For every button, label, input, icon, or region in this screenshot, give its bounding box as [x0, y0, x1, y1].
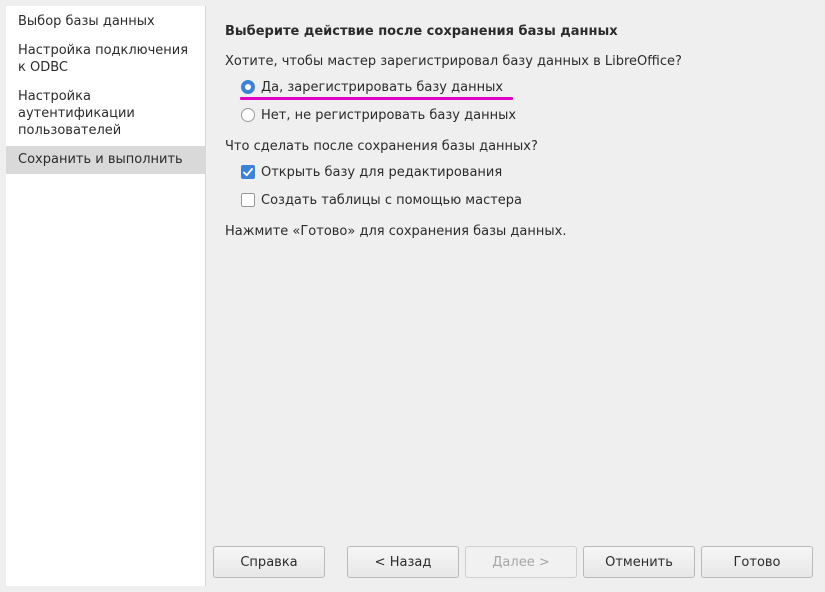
register-question: Хотите, чтобы мастер зарегистрировал баз…: [225, 54, 682, 69]
highlight-underline: [240, 97, 513, 100]
step-label: Настройка подключения к ODBC: [18, 43, 189, 75]
radio-selected-icon[interactable]: [241, 80, 255, 94]
next-button[interactable]: Далее >: [465, 546, 577, 578]
register-yes-radio[interactable]: Да, зарегистрировать базу данных: [241, 77, 503, 97]
finish-button[interactable]: Готово: [701, 546, 813, 578]
checkmark-icon: [243, 168, 253, 177]
register-no-label: Нет, не регистрировать базу данных: [261, 107, 517, 123]
step-odbc-connection[interactable]: Настройка подключения к ODBC: [6, 42, 206, 76]
wizard-steps-panel: Выбор базы данных Настройка подключения …: [6, 6, 206, 586]
step-save-and-proceed[interactable]: Сохранить и выполнить: [6, 146, 206, 174]
wizard-content: Выберите действие после сохранения базы …: [208, 0, 825, 592]
after-save-question: Что сделать после сохранения базы данных…: [225, 139, 538, 154]
create-tables-label: Создать таблицы с помощью мастера: [261, 192, 523, 208]
finish-hint: Нажмите «Готово» для сохранения базы дан…: [225, 224, 567, 239]
back-button[interactable]: < Назад: [347, 546, 459, 578]
page-title: Выберите действие после сохранения базы …: [225, 24, 618, 39]
database-wizard-window: Выбор базы данных Настройка подключения …: [0, 0, 825, 592]
step-user-authentication[interactable]: Настройка аутентификации пользователей: [6, 88, 206, 139]
register-yes-label: Да, зарегистрировать базу данных: [261, 79, 504, 95]
register-no-radio[interactable]: Нет, не регистрировать базу данных: [241, 105, 516, 125]
cancel-button[interactable]: Отменить: [583, 546, 695, 578]
help-button[interactable]: Справка: [213, 546, 325, 578]
open-for-edit-checkbox[interactable]: Открыть базу для редактирования: [241, 162, 502, 182]
radio-unselected-icon[interactable]: [241, 108, 255, 122]
create-tables-checkbox[interactable]: Создать таблицы с помощью мастера: [241, 190, 522, 210]
open-for-edit-label: Открыть базу для редактирования: [261, 164, 503, 180]
checkbox-unchecked-icon[interactable]: [241, 193, 255, 207]
step-label: Настройка аутентификации пользователей: [18, 89, 135, 138]
step-label: Сохранить и выполнить: [18, 152, 183, 167]
checkbox-checked-icon[interactable]: [241, 165, 255, 179]
step-select-database[interactable]: Выбор базы данных: [6, 13, 206, 30]
step-label: Выбор базы данных: [18, 14, 155, 29]
